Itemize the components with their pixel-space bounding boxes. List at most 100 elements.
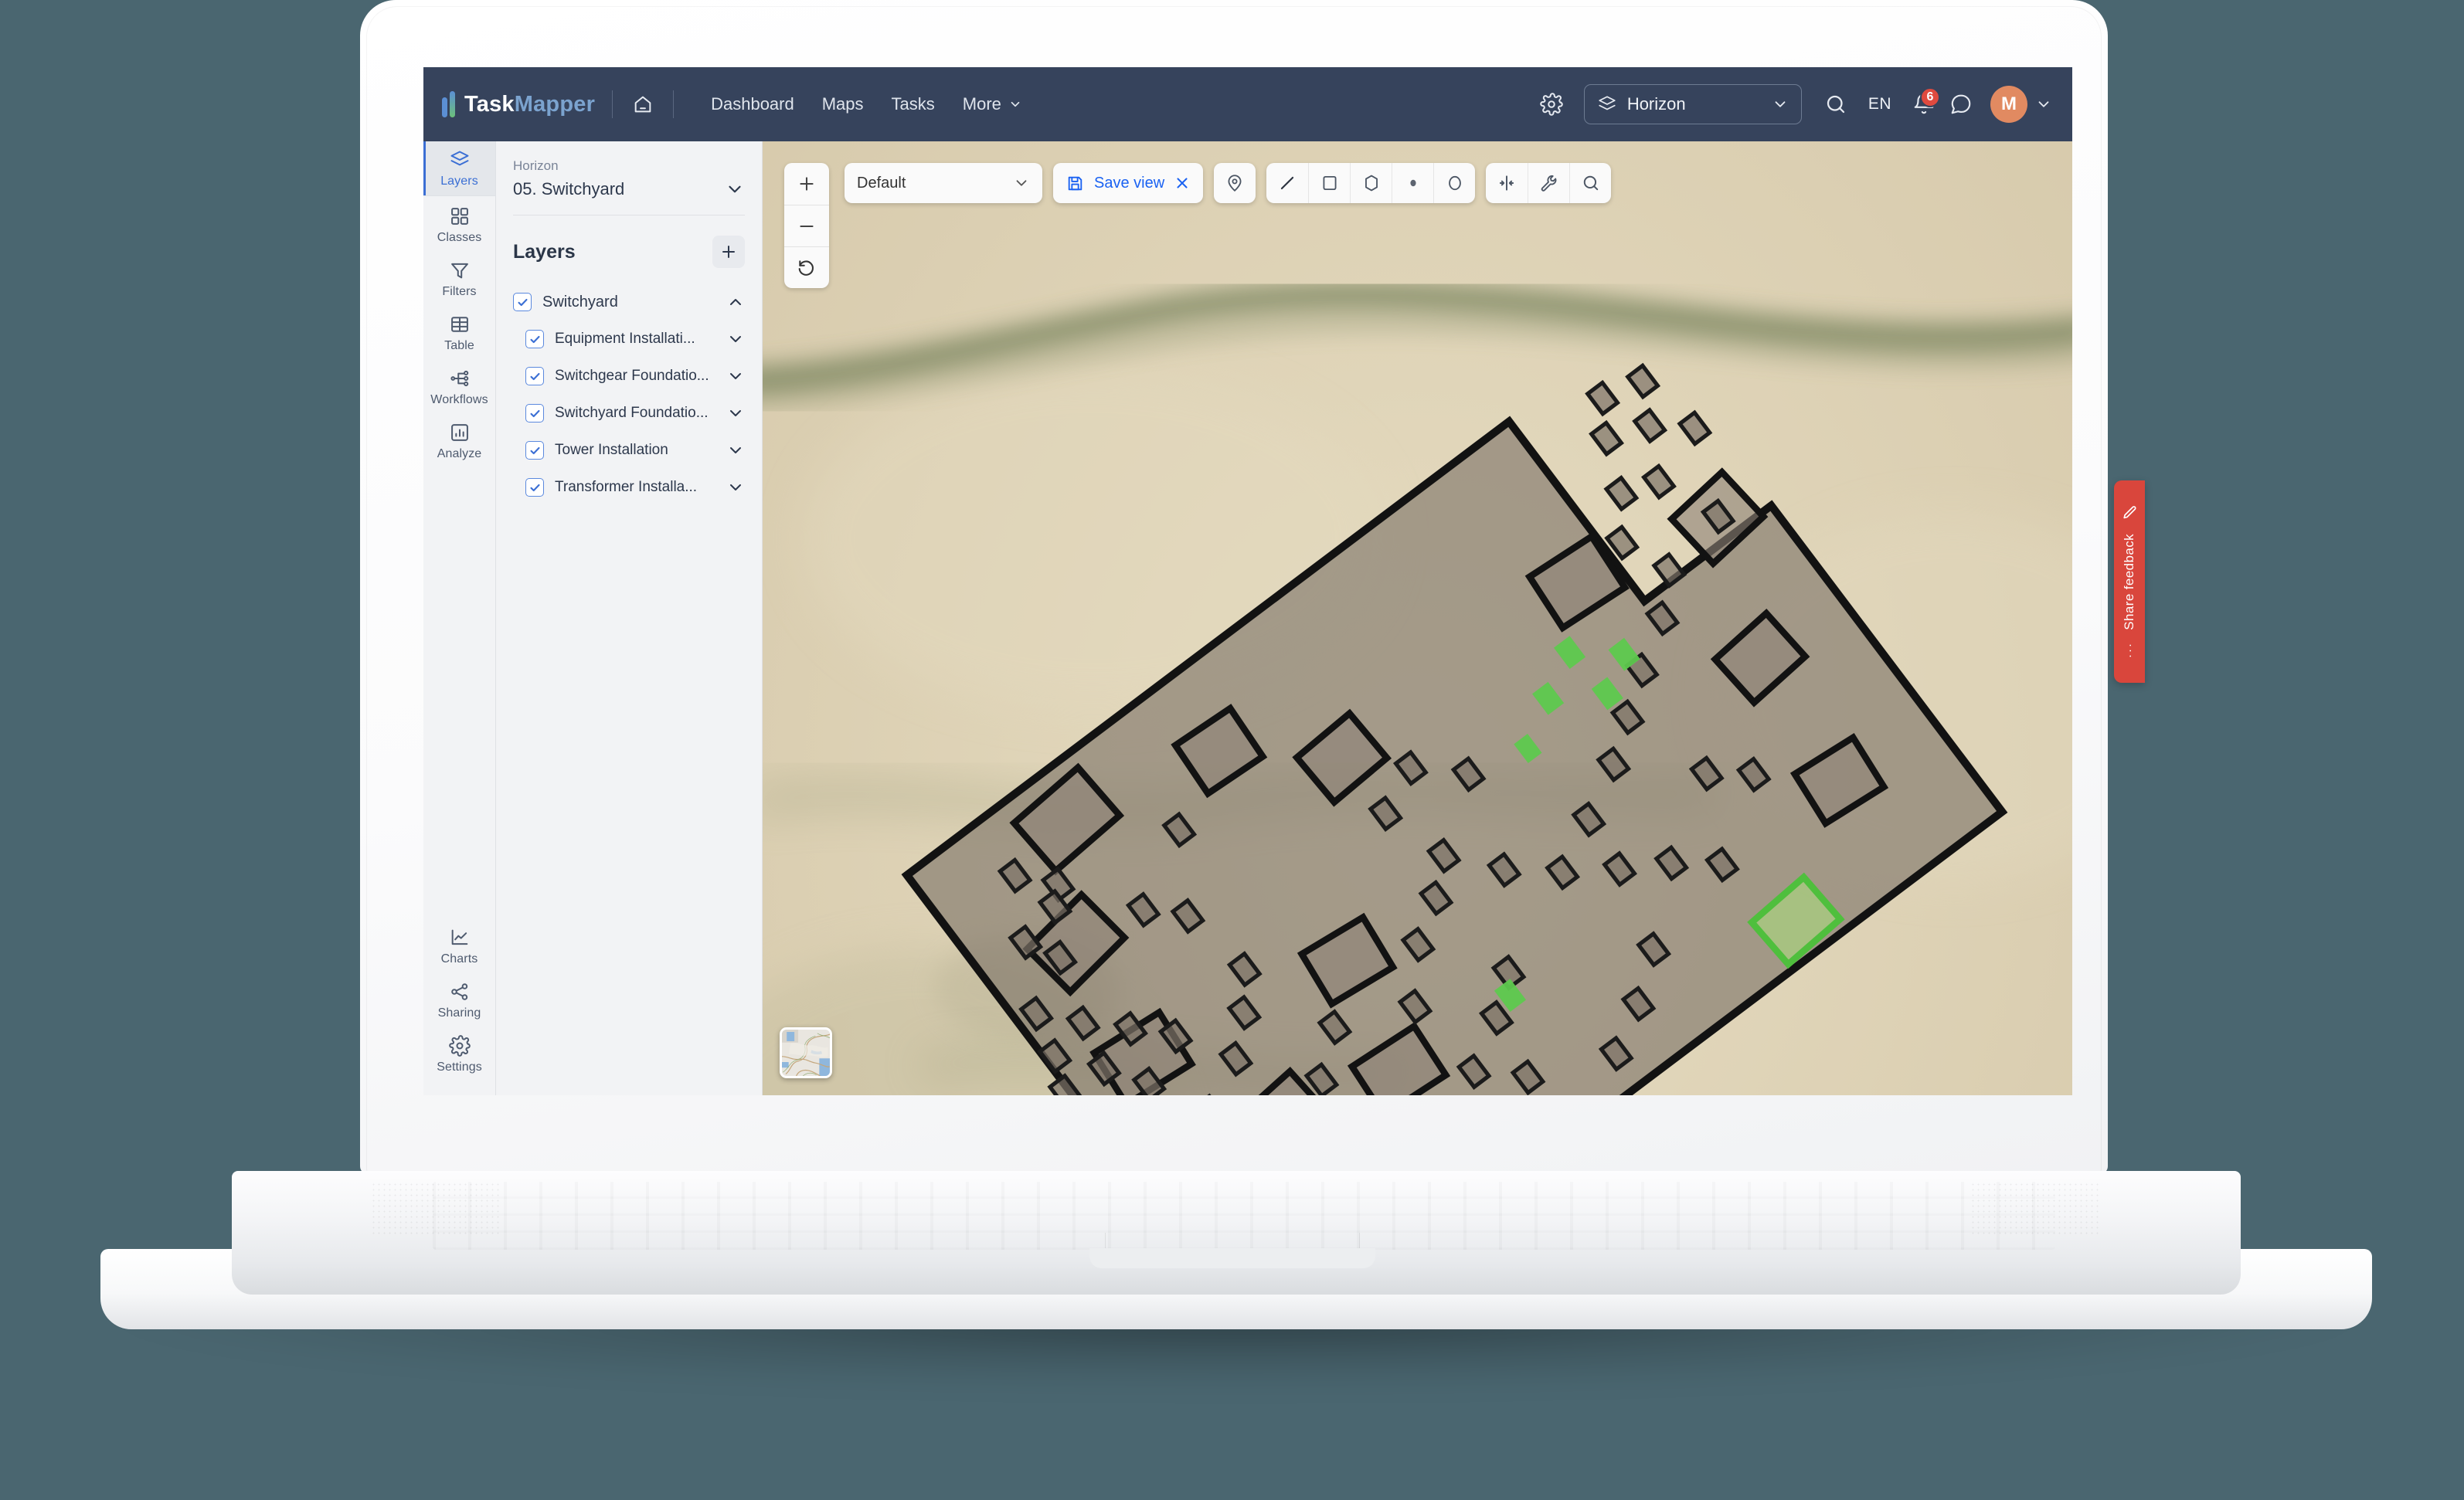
chevron-down-icon: [1775, 101, 1786, 107]
zoom-out-button[interactable]: [784, 205, 829, 246]
project-selector[interactable]: Horizon: [1583, 84, 1802, 124]
nav-item-tasks[interactable]: Tasks: [892, 94, 935, 114]
circle-icon[interactable]: [1433, 163, 1475, 203]
layers-icon: [450, 151, 468, 165]
share-feedback-tab[interactable]: Share feedback ···: [2114, 480, 2145, 683]
layer-checkbox[interactable]: [525, 478, 544, 497]
header-divider: [612, 90, 613, 118]
layer-checkbox[interactable]: [525, 367, 544, 385]
sidebar-item-label: Layers: [440, 174, 478, 188]
sidebar-item-charts[interactable]: Charts: [423, 919, 495, 973]
layer-expand-toggle[interactable]: [726, 404, 745, 423]
filled-dot-icon[interactable]: [1392, 163, 1433, 203]
wrench-icon[interactable]: [1528, 163, 1569, 203]
chevron-down-icon: [1016, 180, 1027, 186]
layer-name: Switchyard: [542, 293, 618, 311]
view-preset-select[interactable]: Default: [845, 163, 1042, 203]
layer-row[interactable]: Switchyard Foundatio...: [513, 395, 745, 432]
add-layer-button[interactable]: [712, 236, 745, 268]
chevron-down-icon: [730, 373, 741, 379]
layer-expand-toggle[interactable]: [726, 293, 745, 311]
sidebar-item-settings[interactable]: Settings: [423, 1027, 495, 1081]
layer-row[interactable]: Tower Installation: [513, 432, 745, 469]
layer-row[interactable]: Transformer Installa...: [513, 469, 745, 506]
laptop-speaker-right: [1970, 1182, 2102, 1236]
minimap[interactable]: [780, 1027, 832, 1078]
map-view[interactable]: Default Save view: [763, 141, 2072, 1095]
sidebar-item-label: Analyze: [437, 446, 482, 460]
chevron-down-icon: [730, 447, 741, 453]
layer-row[interactable]: Equipment Installati...: [513, 321, 745, 358]
reset-view-button[interactable]: [784, 246, 829, 288]
gear-icon: [448, 1034, 471, 1057]
sidebar-item-label: Table: [444, 338, 474, 352]
reset-rotation-icon: [798, 260, 814, 276]
avatar[interactable]: M: [1990, 86, 2027, 123]
minus-icon: [800, 225, 814, 227]
sidebar-item-layers[interactable]: Layers: [423, 141, 495, 195]
sidebar-item-table[interactable]: Table: [423, 306, 495, 360]
sidebar-item-sharing[interactable]: Sharing: [423, 973, 495, 1027]
nav-item-dashboard[interactable]: Dashboard: [711, 94, 794, 114]
sidebar-item-label: Workflows: [430, 392, 488, 406]
gear-icon[interactable]: [1533, 86, 1570, 123]
layer-expand-toggle[interactable]: [726, 367, 745, 385]
layer-expand-toggle[interactable]: [726, 478, 745, 497]
home-icon[interactable]: [630, 91, 656, 117]
zoom-in-button[interactable]: [784, 163, 829, 205]
project-selector-value: Horizon: [1626, 94, 1686, 114]
sidebar-item-workflows[interactable]: Workflows: [423, 360, 495, 414]
chevron-down-icon: [729, 185, 741, 193]
check-icon: [529, 335, 540, 343]
share-feedback-dots: ···: [2122, 642, 2136, 659]
sidebar-item-analyze[interactable]: Analyze: [423, 414, 495, 468]
layer-name: Equipment Installati...: [555, 331, 695, 347]
snap-icon[interactable]: [1486, 163, 1528, 203]
brand-text: TaskMapper: [464, 92, 595, 117]
layers-header: Layers: [513, 215, 745, 283]
layer-checkbox[interactable]: [525, 330, 544, 348]
panel-project-selector[interactable]: Horizon 05. Switchyard: [513, 141, 745, 215]
layer-row[interactable]: Switchgear Foundatio...: [513, 358, 745, 395]
search-icon[interactable]: [1569, 163, 1611, 203]
sidebar-item-filters[interactable]: Filters: [423, 252, 495, 306]
layer-checkbox[interactable]: [525, 404, 544, 423]
nav-item-maps[interactable]: Maps: [822, 94, 864, 114]
minimap-canvas: [782, 1030, 830, 1076]
panel-project-name: 05. Switchyard: [513, 179, 625, 199]
map-pin-icon[interactable]: [1214, 163, 1256, 203]
language-switcher[interactable]: EN: [1854, 95, 1905, 114]
brand-text-part1: Task: [464, 91, 515, 117]
bell-icon[interactable]: 6: [1905, 86, 1942, 123]
brand-text-part2: Mapper: [514, 91, 596, 117]
layer-checkbox[interactable]: [525, 441, 544, 460]
nav-label: Dashboard: [711, 94, 794, 114]
map-zoom-controls: [784, 163, 829, 288]
layer-expand-toggle[interactable]: [726, 441, 745, 460]
sidebar-item-label: Classes: [437, 230, 482, 244]
chevron-down-icon: [730, 410, 741, 416]
bar-chart-icon: [450, 423, 468, 441]
layer-row[interactable]: Switchyard: [513, 283, 745, 321]
hexagon-icon[interactable]: [1350, 163, 1392, 203]
line-icon[interactable]: [1266, 163, 1308, 203]
layers-panel: Horizon 05. Switchyard Layers Switchyard…: [496, 141, 763, 1095]
square-icon[interactable]: [1308, 163, 1350, 203]
map-canvas[interactable]: [763, 141, 2072, 1095]
brand-mark-icon: [442, 91, 455, 117]
layer-checkbox[interactable]: [513, 293, 532, 311]
header-divider-2: [673, 90, 675, 118]
search-icon[interactable]: [1817, 86, 1854, 123]
funnel-icon: [450, 263, 468, 278]
save-view-button[interactable]: Save view: [1053, 163, 1204, 203]
brand-logo[interactable]: TaskMapper: [442, 91, 595, 117]
marker-tool-group: [1214, 163, 1256, 203]
save-icon: [1068, 176, 1082, 190]
layer-expand-toggle[interactable]: [726, 330, 745, 348]
app-header: TaskMapper Dashboard Maps Tasks More Hor…: [423, 67, 2072, 141]
chat-bubble-icon[interactable]: [1942, 86, 1980, 123]
sidebar-item-classes[interactable]: Classes: [423, 198, 495, 252]
check-icon: [529, 409, 540, 417]
workflow-icon: [450, 370, 468, 386]
nav-item-more[interactable]: More: [963, 94, 1022, 114]
